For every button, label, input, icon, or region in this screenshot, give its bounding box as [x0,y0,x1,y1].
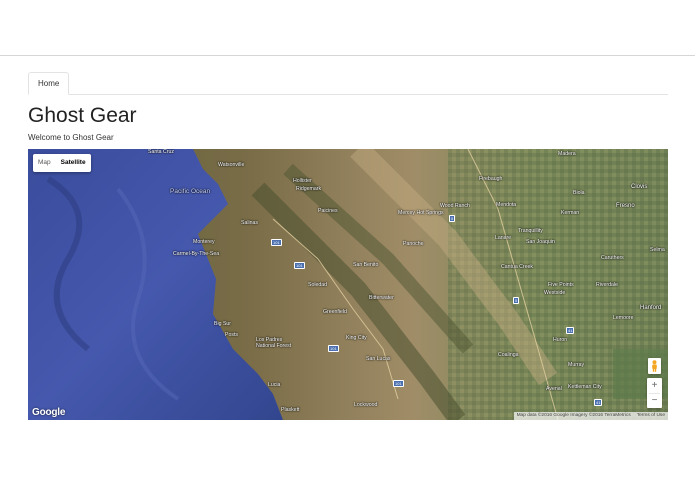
highway-shield: 41 [594,399,603,406]
satellite-map[interactable]: Santa Cruz Watsonville Pacific Ocean Hol… [28,149,668,420]
google-logo: Google [32,407,66,418]
place-label: Selma [650,247,665,253]
place-label: San Benito [353,262,379,268]
highway-shield: 101 [393,380,404,387]
top-divider [0,55,695,56]
map-type-control: Map Satellite [33,154,91,172]
place-label: Lanare [495,235,512,241]
pegman-icon [652,360,657,372]
place-label: San Lucas [366,356,391,362]
place-label: Avenal [546,386,562,392]
map-attribution: Map data ©2016 Google Imagery ©2016 Terr… [513,412,668,420]
place-label: Panoche [403,241,424,247]
place-label: Posts [225,332,238,338]
highway-shield: 101 [294,262,305,269]
zoom-out-button[interactable]: − [647,393,662,408]
place-label: Carmel-By-The-Sea [173,251,220,257]
place-label: Tranquillity [518,228,543,234]
terms-of-use-link[interactable]: Terms of Use [634,412,668,420]
map-type-satellite-button[interactable]: Satellite [56,154,91,172]
zoom-in-button[interactable]: + [647,378,662,393]
place-label: King City [346,335,367,341]
highway-shield: 101 [328,345,339,352]
place-label: Plaskett [281,407,300,413]
place-label: Biola [573,190,585,196]
zoom-control: + − [647,378,662,408]
place-label: Soledad [308,282,328,288]
place-label: Kerman [561,210,580,216]
tab-home[interactable]: Home [28,72,70,95]
place-label: Los Padres National Forest [256,337,292,349]
place-label: Fresno [616,203,635,209]
page-subtitle: Welcome to Ghost Gear [28,133,114,142]
place-label: Huron [553,337,568,343]
place-label: Mendota [496,202,517,208]
highway-shield: 5 [513,297,520,304]
place-label: Caruthers [601,255,624,261]
place-label: Lockwood [354,402,378,408]
place-label: Greenfield [323,309,347,315]
map-type-map-button[interactable]: Map [33,154,56,172]
zoom-separator [649,393,660,394]
highway-shield: 41 [566,327,575,334]
place-label: Lemoore [613,315,634,321]
place-label: Watsonville [218,162,245,168]
place-label: Kettleman City [568,384,602,390]
place-label: Bitterwater [369,295,394,301]
place-label: Hollister [293,178,312,184]
nav-tabs: Home [28,72,668,95]
place-label: Five Points [548,282,574,288]
place-label: Santa Cruz [148,149,174,155]
place-label: Westside [544,290,566,296]
place-label: Paicines [318,208,338,214]
place-label: Firebaugh [479,176,503,182]
map-data-credit: Map data ©2016 Google Imagery ©2016 Terr… [516,413,631,418]
place-label: Pacific Ocean [170,188,211,195]
place-label: Hanford [640,305,662,311]
place-label: Salinas [241,220,259,226]
place-label: Lucia [268,382,281,388]
place-label: Madera [558,151,576,157]
highway-shield: 5 [449,215,456,222]
page-title: Ghost Gear [28,104,137,127]
highway-shield: 101 [271,239,282,246]
place-label: Mercey Hot Springs [398,210,444,216]
place-label: Murray [568,362,585,368]
place-label: Cantua Creek [501,264,534,270]
place-label: Riverdale [596,282,618,288]
place-label: Monterey [193,239,215,245]
place-label: Clovis [631,184,648,190]
place-label: Wood Ranch [440,203,470,209]
place-label: San Joaquin [526,239,555,245]
street-view-pegman[interactable] [648,358,661,374]
place-label: Coalinga [498,352,519,358]
place-label: Ridgemark [296,186,322,192]
place-label: Big Sur [214,321,232,327]
